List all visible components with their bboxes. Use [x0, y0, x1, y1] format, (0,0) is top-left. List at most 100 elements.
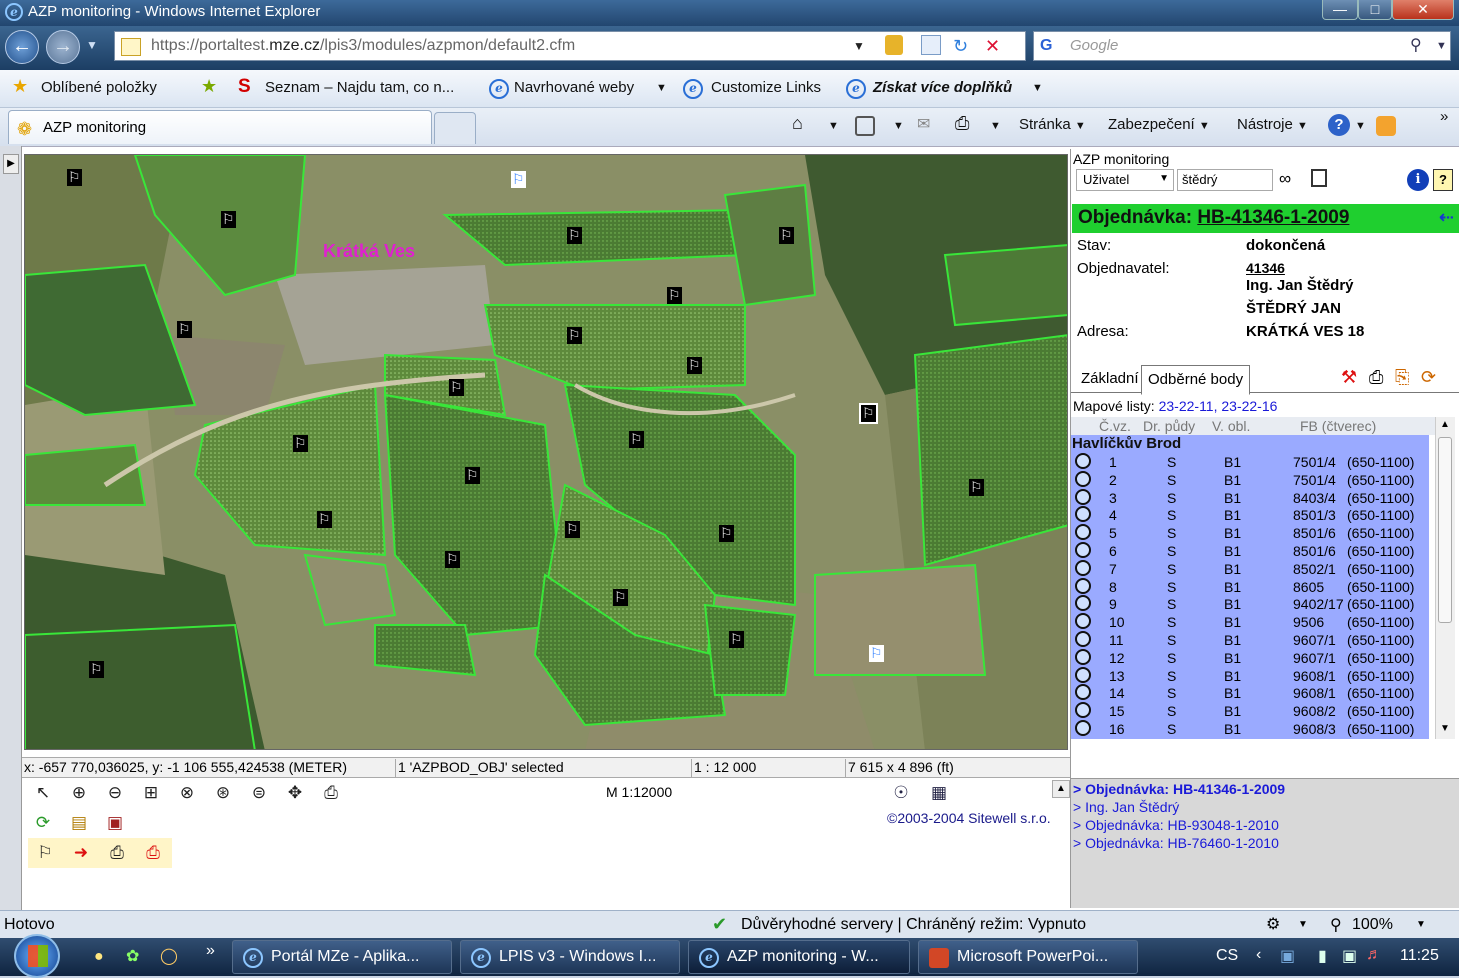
magnifier-icon[interactable]	[1075, 506, 1091, 523]
sample-point-marker[interactable]: ⚐	[565, 521, 580, 538]
refresh-map-icon[interactable]: ⟳	[30, 810, 56, 836]
clock[interactable]: 11:25	[1400, 947, 1439, 965]
search-icon[interactable]: ⚲	[1410, 32, 1422, 60]
sample-point-marker[interactable]: ⚐	[567, 327, 582, 344]
sample-point-marker[interactable]: ⚐	[779, 227, 794, 244]
magnifier-icon[interactable]	[1075, 684, 1091, 701]
info-icon[interactable]: i	[1407, 169, 1429, 191]
fav-link-seznam[interactable]: Seznam – Najdu tam, co n...	[265, 79, 454, 96]
language-indicator[interactable]: CS	[1216, 947, 1238, 965]
sample-point-marker[interactable]: ⚐	[719, 525, 734, 542]
table-row[interactable]: 10 S B1 9506 (650-1100)	[1071, 613, 1429, 631]
addons-dropdown-icon[interactable]: ▼	[1032, 82, 1043, 94]
tray-volume-icon[interactable]: ♬	[1366, 946, 1382, 964]
sample-point-marker[interactable]: ⚐	[567, 227, 582, 244]
sample-point-marker[interactable]: ⚐	[465, 467, 480, 484]
stop-icon[interactable]: ✕	[985, 32, 1000, 60]
lock-icon[interactable]	[885, 35, 903, 55]
sample-point-marker[interactable]: ⚐	[687, 357, 702, 374]
sample-point-marker[interactable]: ⚐	[629, 431, 644, 448]
add-favorite-icon[interactable]: ★	[201, 76, 217, 97]
table-row[interactable]: 2 S B1 7501/4 (650-1100)	[1071, 470, 1429, 489]
table-row[interactable]: 3 S B1 8403/4 (650-1100)	[1071, 488, 1429, 507]
sample-point-marker[interactable]: ⚐	[317, 511, 332, 528]
print-panel-icon[interactable]: ⎙	[1369, 367, 1383, 388]
magnifier-icon[interactable]	[1075, 453, 1091, 469]
help-icon-panel[interactable]: ?	[1433, 169, 1453, 191]
address-dropdown-icon[interactable]: ▼	[853, 32, 865, 60]
tray-network-icon[interactable]: ▣	[1280, 946, 1295, 966]
zoom-out-icon[interactable]: ⊖	[102, 780, 128, 806]
favorites-button[interactable]: Oblíbené položky	[41, 79, 157, 96]
zone-icon[interactable]: ⚙	[1266, 914, 1280, 934]
list-scrollbar[interactable]: ▲ ▼	[1435, 417, 1455, 739]
list-icon[interactable]	[1311, 169, 1327, 187]
move-point-icon[interactable]: ➜	[68, 840, 94, 866]
tray-expand-icon[interactable]: ‹	[1256, 946, 1261, 964]
page-menu[interactable]: Stránka ▼	[1019, 116, 1086, 133]
table-row[interactable]: 14 S B1 9608/1 (650-1100)	[1071, 684, 1429, 702]
table-row[interactable]: 6 S B1 8501/6 (650-1100)	[1071, 542, 1429, 560]
toolbar-collapse-icon[interactable]: ▲	[1052, 780, 1070, 798]
magnifier-icon[interactable]	[1075, 666, 1091, 683]
table-row[interactable]: 9 S B1 9402/17 (650-1100)	[1071, 595, 1429, 613]
zoom-dropdown-icon[interactable]: ▼	[1416, 919, 1426, 930]
refresh-icon[interactable]: ↻	[953, 32, 968, 60]
sample-point-marker[interactable]: ⚐	[969, 479, 984, 496]
magnifier-icon[interactable]	[1075, 488, 1091, 505]
mail-icon[interactable]: ✉	[917, 114, 930, 134]
sample-point-marker-blue[interactable]: ⚐	[869, 645, 884, 662]
select-arrow-icon[interactable]: ↖	[30, 780, 56, 806]
expand-panel-icon[interactable]: ▶	[3, 154, 19, 174]
sample-point-marker[interactable]: ⚐	[89, 661, 104, 678]
sample-point-marker-blue[interactable]: ⚐	[511, 171, 526, 188]
sample-point-marker[interactable]: ⚐	[221, 211, 236, 228]
zoom-selected-icon[interactable]: ⊜	[246, 780, 272, 806]
selected-point-marker[interactable]: ⚐	[859, 403, 878, 424]
order-id-link[interactable]: HB-41346-1-2009	[1197, 207, 1349, 228]
layers-icon[interactable]: ▣	[102, 810, 128, 836]
table-row[interactable]: 1 S B1 7501/4 (650-1100)	[1071, 453, 1429, 471]
quicklaunch-more-icon[interactable]: »	[206, 942, 215, 960]
print-points-icon[interactable]: ⎙	[104, 840, 130, 866]
magnifier-icon[interactable]	[1075, 542, 1091, 558]
network-icon[interactable]: ▦	[926, 780, 952, 806]
measure-icon[interactable]: ▤	[66, 810, 92, 836]
zoom-rect-icon[interactable]: ⊞	[138, 780, 164, 806]
magnifier-icon[interactable]	[1075, 595, 1091, 612]
table-row[interactable]: 11 S B1 9607/1 (650-1100)	[1071, 631, 1429, 649]
magnifier-icon[interactable]	[1075, 720, 1091, 736]
fav-link-addons[interactable]: Získat více doplňků	[873, 79, 1012, 96]
suggested-dropdown-icon[interactable]: ▼	[656, 82, 667, 94]
maximize-button[interactable]: □	[1358, 0, 1392, 20]
search-dropdown-icon[interactable]: ▼	[1436, 32, 1447, 60]
magnifier-icon[interactable]	[1075, 648, 1091, 665]
tools-menu[interactable]: Nástroje ▼	[1237, 116, 1308, 133]
table-row[interactable]: 8 S B1 8605 (650-1100)	[1071, 577, 1429, 596]
objednavatel-id-link[interactable]: 41346	[1246, 260, 1285, 276]
refresh-panel-icon[interactable]: ⟳	[1421, 367, 1436, 388]
gps-icon[interactable]: ☉	[888, 780, 914, 806]
pan-icon[interactable]: ✥	[282, 780, 308, 806]
research-icon[interactable]	[1376, 116, 1396, 136]
fav-link-customize[interactable]: Customize Links	[711, 79, 821, 96]
magnifier-icon[interactable]	[1075, 524, 1091, 541]
table-row[interactable]: 12 S B1 9607/1 (650-1100)	[1071, 648, 1429, 667]
link-order-2[interactable]: > Objednávka: HB-93048-1-2010	[1073, 817, 1279, 833]
start-button[interactable]	[14, 934, 60, 978]
tab-basic[interactable]: Základní	[1075, 365, 1145, 393]
more-chevron-icon[interactable]: »	[1440, 108, 1448, 125]
drill-icon[interactable]: ⚒	[1341, 367, 1357, 388]
tab-azp-monitoring[interactable]: ❁ AZP monitoring	[8, 110, 432, 144]
add-point-icon[interactable]: ⚐	[32, 840, 58, 866]
magnifier-icon[interactable]	[1075, 702, 1091, 719]
table-row[interactable]: 15 S B1 9608/2 (650-1100)	[1071, 702, 1429, 720]
user-search-input[interactable]: štědrý	[1177, 169, 1273, 191]
back-arrow-icon[interactable]: ⇠	[1439, 207, 1454, 228]
link-customer[interactable]: > Ing. Jan Štědrý	[1073, 799, 1179, 815]
zoom-level[interactable]: 100%	[1352, 916, 1393, 934]
sample-point-marker[interactable]: ⚐	[177, 321, 192, 338]
scroll-thumb[interactable]	[1438, 437, 1452, 623]
export-icon[interactable]: ⎘	[1395, 367, 1409, 388]
taskbar-item-azp[interactable]: e AZP monitoring - W...	[688, 940, 910, 974]
